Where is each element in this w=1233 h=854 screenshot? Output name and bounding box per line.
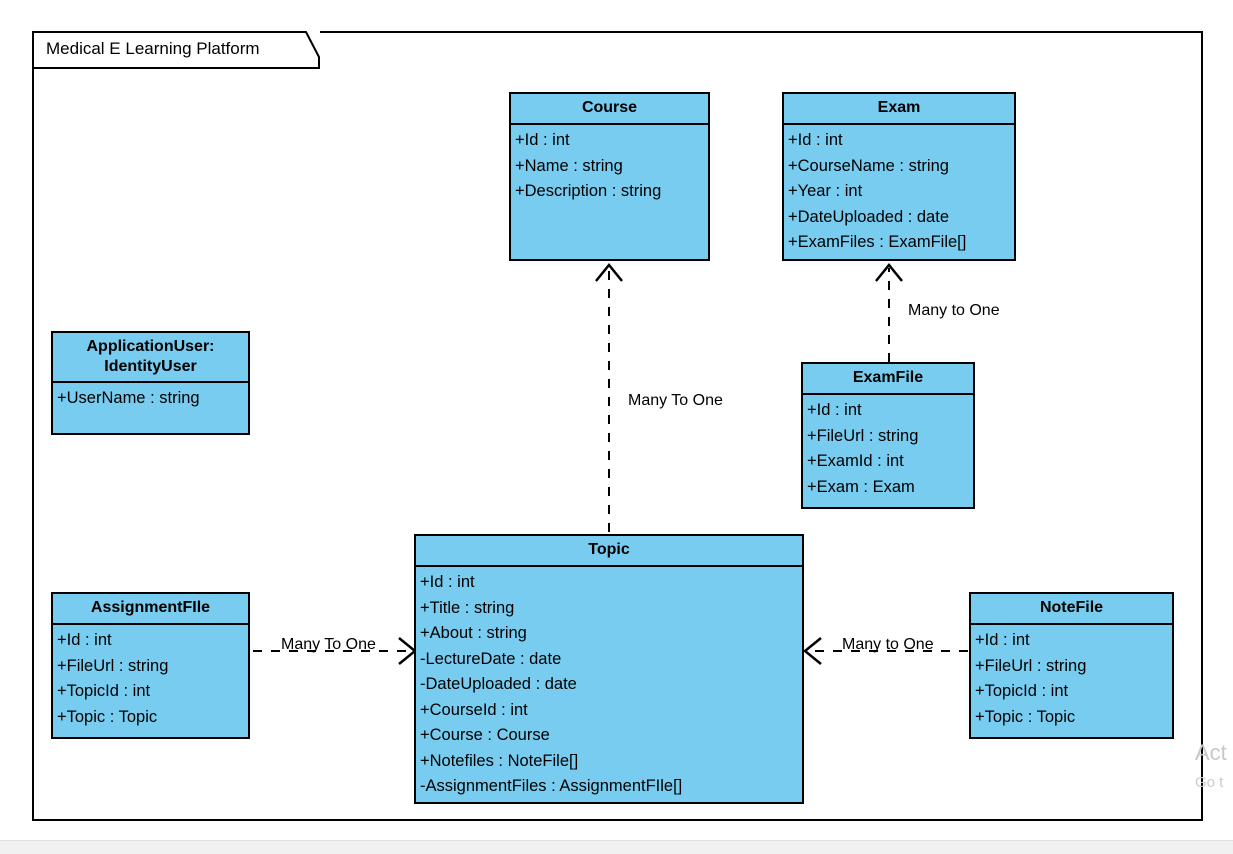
class-attributes-assignment-file: +Id : int +FileUrl : string +TopicId : i… — [53, 625, 248, 730]
attribute-row: +Id : int — [57, 631, 112, 649]
relationship-label-assignmentfile-to-topic: Many To One — [281, 636, 376, 653]
class-attributes-note-file: +Id : int +FileUrl : string +TopicId : i… — [971, 625, 1172, 730]
attribute-row: +UserName : string — [57, 389, 200, 407]
class-name-topic: Topic — [416, 536, 802, 567]
package-title-tab: Medical E Learning Platform — [32, 31, 320, 69]
attribute-row: +Id : int — [515, 131, 570, 149]
attribute-row: +Name : string — [515, 156, 623, 175]
class-attributes-application-user: +UserName : string — [53, 383, 248, 412]
class-name-assignment-file: AssignmentFIle — [53, 594, 248, 625]
class-attributes-topic: +Id : int +Title : string +About : strin… — [416, 567, 802, 800]
relationship-label-examfile-to-exam: Many to One — [908, 302, 1000, 319]
package-title-label: Medical E Learning Platform — [46, 39, 260, 58]
attribute-row: +TopicId : int — [975, 682, 1069, 700]
attribute-row: +CourseId : int — [420, 700, 528, 719]
class-attributes-course: +Id : int +Name : string +Description : … — [511, 125, 708, 205]
attribute-row: +Notefiles : NoteFile[] — [420, 751, 579, 770]
relationship-label-topic-to-course: Many To One — [628, 392, 723, 409]
attribute-row: +FileUrl : string — [57, 656, 169, 675]
attribute-row: +ExamId : int — [807, 452, 904, 470]
attribute-row: +Id : int — [975, 631, 1030, 649]
class-name-line-1: ApplicationUser: — [86, 338, 215, 355]
attribute-row: +TopicId : int — [57, 682, 151, 700]
class-name-course: Course — [511, 94, 708, 125]
class-box-assignment-file[interactable]: AssignmentFIle +Id : int +FileUrl : stri… — [51, 592, 250, 739]
attribute-row: -AssignmentFiles : AssignmentFIle[] — [420, 777, 683, 795]
attribute-row: +Course : Course — [420, 726, 550, 744]
attribute-row: -DateUploaded : date — [420, 675, 577, 693]
class-name-exam: Exam — [784, 94, 1014, 125]
page-bottom-strip — [0, 840, 1233, 854]
attribute-row: +FileUrl : string — [975, 656, 1087, 675]
attribute-row: +Exam : Exam — [807, 477, 915, 496]
attribute-row: +Id : int — [807, 401, 862, 419]
relationship-label-notefile-to-topic: Many to One — [842, 636, 934, 653]
class-box-course[interactable]: Course +Id : int +Name : string +Descrip… — [509, 92, 710, 261]
class-box-exam[interactable]: Exam +Id : int +CourseName : string +Yea… — [782, 92, 1016, 261]
class-box-application-user[interactable]: ApplicationUser: IdentityUser +UserName … — [51, 331, 250, 435]
attribute-row: +Topic : Topic — [975, 707, 1076, 726]
class-attributes-exam: +Id : int +CourseName : string +Year : i… — [784, 125, 1014, 256]
class-box-exam-file[interactable]: ExamFile +Id : int +FileUrl : string +Ex… — [801, 362, 975, 509]
attribute-row: +CourseName : string — [788, 156, 949, 175]
attribute-row: +Id : int — [420, 573, 475, 591]
watermark-line-2: Go t — [1195, 774, 1224, 791]
class-name-line-2: IdentityUser — [104, 358, 197, 375]
attribute-row: +Title : string — [420, 598, 515, 617]
class-name-note-file: NoteFile — [971, 594, 1172, 625]
class-box-topic[interactable]: Topic +Id : int +Title : string +About :… — [414, 534, 804, 804]
attribute-row: +ExamFiles : ExamFile[] — [788, 233, 967, 251]
attribute-row: +Description : string — [515, 182, 662, 200]
class-box-note-file[interactable]: NoteFile +Id : int +FileUrl : string +To… — [969, 592, 1174, 739]
class-name-exam-file: ExamFile — [803, 364, 973, 395]
windows-activation-watermark: Act Go t — [1195, 738, 1227, 798]
class-name-application-user: ApplicationUser: IdentityUser — [53, 333, 248, 383]
attribute-row: +About : string — [420, 624, 527, 642]
attribute-row: +DateUploaded : date — [788, 207, 949, 226]
watermark-line-1: Act — [1195, 740, 1227, 765]
attribute-row: +Topic : Topic — [57, 707, 158, 726]
class-attributes-exam-file: +Id : int +FileUrl : string +ExamId : in… — [803, 395, 973, 500]
attribute-row: +Id : int — [788, 131, 843, 149]
diagram-canvas: Medical E Learning Platform Many To One … — [0, 0, 1233, 854]
attribute-row: -LectureDate : date — [420, 649, 562, 668]
attribute-row: +FileUrl : string — [807, 426, 919, 445]
attribute-row: +Year : int — [788, 182, 863, 200]
